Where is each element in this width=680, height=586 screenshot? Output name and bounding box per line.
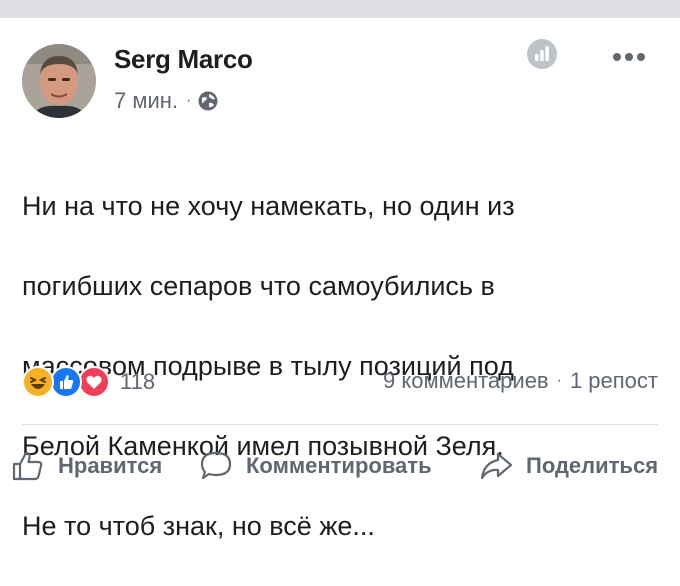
avatar-photo <box>22 44 96 118</box>
haha-icon <box>22 366 54 398</box>
post-text-line: Ни на что не хочу намекать, но один из <box>22 191 515 221</box>
globe-icon <box>198 91 218 111</box>
share-arrow-icon <box>480 452 513 480</box>
engagement-stats: 9 комментариев · 1 репост <box>383 368 658 394</box>
love-icon <box>78 366 110 398</box>
meta-separator: · <box>186 92 192 109</box>
comments-count-link[interactable]: 9 комментариев <box>383 368 549 394</box>
post-text-line: Не то чтоб знак, но всё же... <box>22 511 375 541</box>
comment-button-label: Комментировать <box>246 453 432 478</box>
author-avatar[interactable] <box>22 44 96 118</box>
stats-separator: · <box>556 372 562 389</box>
comment-icon <box>200 451 232 480</box>
like-icon <box>50 366 82 398</box>
feed-background-strip <box>0 0 680 18</box>
like-button-label: Нравится <box>58 453 163 478</box>
reaction-count: 118 <box>120 369 156 394</box>
more-options-icon[interactable] <box>612 52 646 62</box>
share-button[interactable]: Поделиться <box>478 440 658 492</box>
post-text-line: погибших сепаров что самоубились в <box>22 271 495 301</box>
reaction-icons <box>22 366 114 398</box>
post-time[interactable]: 7 мин. <box>114 88 178 114</box>
author-name[interactable]: Serg Marco <box>114 44 253 75</box>
insights-icon[interactable] <box>526 38 558 70</box>
thumbs-up-icon <box>12 451 43 481</box>
reactions-summary[interactable]: 118 <box>22 366 155 398</box>
share-button-label: Поделиться <box>526 453 659 478</box>
shares-count-link[interactable]: 1 репост <box>570 368 658 394</box>
post-meta: 7 мин. · <box>114 88 219 114</box>
like-button[interactable]: Нравится <box>10 440 162 492</box>
post-actions-bar: Нравится Комментировать Поделиться <box>0 440 680 492</box>
actions-divider <box>22 424 658 425</box>
comment-button[interactable]: Комментировать <box>198 440 432 492</box>
